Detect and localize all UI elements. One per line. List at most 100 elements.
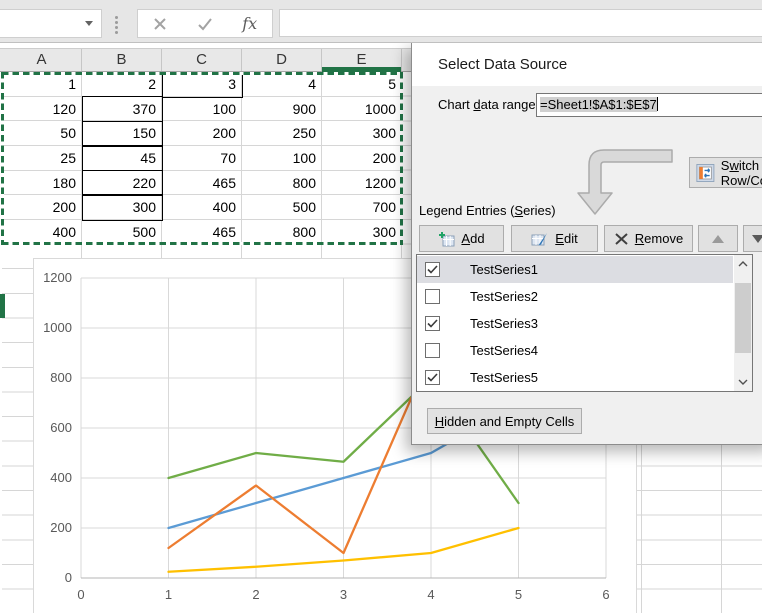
- series-label: TestSeries2: [470, 289, 538, 304]
- down-arrow-icon: [752, 235, 762, 243]
- cell[interactable]: 200: [2, 195, 82, 220]
- check-icon: [197, 17, 213, 31]
- switch-row-column-button[interactable]: Switch Row/Column: [689, 157, 762, 188]
- svg-text:800: 800: [50, 370, 72, 385]
- cell[interactable]: 300: [82, 195, 162, 220]
- cell[interactable]: 200: [322, 146, 402, 171]
- cell[interactable]: 70: [162, 146, 242, 171]
- cell[interactable]: 700: [322, 195, 402, 220]
- cell[interactable]: 180: [2, 171, 82, 196]
- insert-function-button[interactable]: fx: [227, 10, 272, 37]
- series-rows: TestSeries1 TestSeries2 TestSeries3: [417, 256, 733, 391]
- cell[interactable]: 400: [162, 195, 242, 220]
- column-header-c[interactable]: C: [162, 49, 242, 71]
- series-label: TestSeries3: [470, 316, 538, 331]
- column-header-d[interactable]: D: [242, 49, 322, 71]
- enter-button[interactable]: [183, 10, 228, 37]
- svg-text:3: 3: [340, 587, 347, 602]
- series-checkbox[interactable]: [425, 370, 440, 385]
- series-checkbox[interactable]: [425, 343, 440, 358]
- series-checkbox[interactable]: [425, 289, 440, 304]
- hidden-and-empty-cells-button[interactable]: Hidden and Empty Cells: [427, 408, 582, 434]
- switch-row-column-icon: [696, 162, 715, 184]
- cell[interactable]: 3: [162, 72, 242, 97]
- range-input-selected-text: =Sheet1!$A$1:$E$7: [540, 97, 657, 112]
- cell[interactable]: 45: [82, 146, 162, 171]
- cell[interactable]: 1: [2, 72, 82, 97]
- list-scrollbar[interactable]: [734, 255, 752, 391]
- series-list: TestSeries1 TestSeries2 TestSeries3: [416, 254, 753, 392]
- switch-button-label: Switch Row/Column: [721, 158, 762, 188]
- cancel-button[interactable]: [138, 10, 183, 37]
- chart-data-range-input[interactable]: =Sheet1!$A$1:$E$7: [536, 93, 762, 117]
- series-row[interactable]: TestSeries3: [417, 310, 733, 337]
- svg-text:1: 1: [165, 587, 172, 602]
- series-checkbox[interactable]: [425, 262, 440, 277]
- cell[interactable]: 500: [242, 195, 322, 220]
- cell[interactable]: 800: [242, 171, 322, 196]
- dialog-titlebar[interactable]: Select Data Source: [412, 43, 762, 86]
- cell[interactable]: 220: [82, 171, 162, 196]
- move-down-button[interactable]: [743, 225, 762, 252]
- column-header-e[interactable]: E: [322, 49, 402, 71]
- scroll-up-button[interactable]: [734, 255, 752, 272]
- column-header-a[interactable]: A: [2, 49, 82, 71]
- scrollbar-thumb[interactable]: [735, 283, 751, 353]
- cell[interactable]: 300: [322, 220, 402, 245]
- select-data-source-dialog: Select Data Source Chart data range: =Sh…: [411, 42, 762, 445]
- cell[interactable]: 100: [242, 146, 322, 171]
- cell[interactable]: 250: [242, 121, 322, 146]
- formula-bar-input[interactable]: [279, 9, 762, 37]
- scroll-down-button[interactable]: [734, 373, 752, 390]
- cell[interactable]: 100: [162, 97, 242, 122]
- series-label: TestSeries5: [470, 370, 538, 385]
- cell[interactable]: 465: [162, 171, 242, 196]
- cell[interactable]: 50: [2, 121, 82, 146]
- bent-arrow-icon: [562, 144, 674, 222]
- legend-entries-label: Legend Entries (Series): [419, 203, 556, 218]
- cell[interactable]: 1000: [322, 97, 402, 122]
- active-cell-indicator: [0, 294, 5, 318]
- add-button-label: Add: [461, 231, 484, 246]
- column-header-b[interactable]: B: [82, 49, 162, 71]
- add-table-icon: [438, 231, 455, 247]
- cell[interactable]: 1200: [322, 171, 402, 196]
- cell[interactable]: 800: [242, 220, 322, 245]
- edit-series-button[interactable]: Edit: [511, 225, 598, 252]
- series-row[interactable]: TestSeries4: [417, 337, 733, 364]
- remove-series-button[interactable]: Remove: [604, 225, 693, 252]
- svg-text:2: 2: [252, 587, 259, 602]
- move-up-button[interactable]: [698, 225, 738, 252]
- cell[interactable]: 120: [2, 97, 82, 122]
- fx-icon: fx: [242, 14, 257, 33]
- series-row[interactable]: TestSeries2: [417, 283, 733, 310]
- series-checkbox[interactable]: [425, 316, 440, 331]
- cell[interactable]: 150: [82, 121, 162, 146]
- add-series-button[interactable]: Add: [419, 225, 504, 252]
- series-row[interactable]: TestSeries1: [417, 256, 733, 283]
- svg-text:200: 200: [50, 520, 72, 535]
- cell[interactable]: 4: [242, 72, 322, 97]
- cell[interactable]: 2: [82, 72, 162, 97]
- cell[interactable]: 465: [162, 220, 242, 245]
- name-box-dropdown-icon[interactable]: [85, 21, 93, 26]
- text-caret: [657, 97, 658, 111]
- cell[interactable]: 25: [2, 146, 82, 171]
- svg-text:4: 4: [427, 587, 434, 602]
- cell[interactable]: 370: [82, 97, 162, 122]
- cell[interactable]: 300: [322, 121, 402, 146]
- cell[interactable]: 200: [162, 121, 242, 146]
- cancel-icon: [153, 17, 167, 31]
- svg-text:1200: 1200: [43, 270, 72, 285]
- series-toolbar: Add Edit Remove: [412, 225, 762, 252]
- svg-text:5: 5: [515, 587, 522, 602]
- edit-button-label: Edit: [555, 231, 577, 246]
- series-row[interactable]: TestSeries5: [417, 364, 733, 391]
- name-box[interactable]: [0, 9, 102, 38]
- cell[interactable]: 5: [322, 72, 402, 97]
- formula-buttons: fx: [137, 9, 273, 38]
- cell[interactable]: 500: [82, 220, 162, 245]
- cell[interactable]: 400: [2, 220, 82, 245]
- remove-x-icon: [614, 232, 629, 246]
- cell[interactable]: 900: [242, 97, 322, 122]
